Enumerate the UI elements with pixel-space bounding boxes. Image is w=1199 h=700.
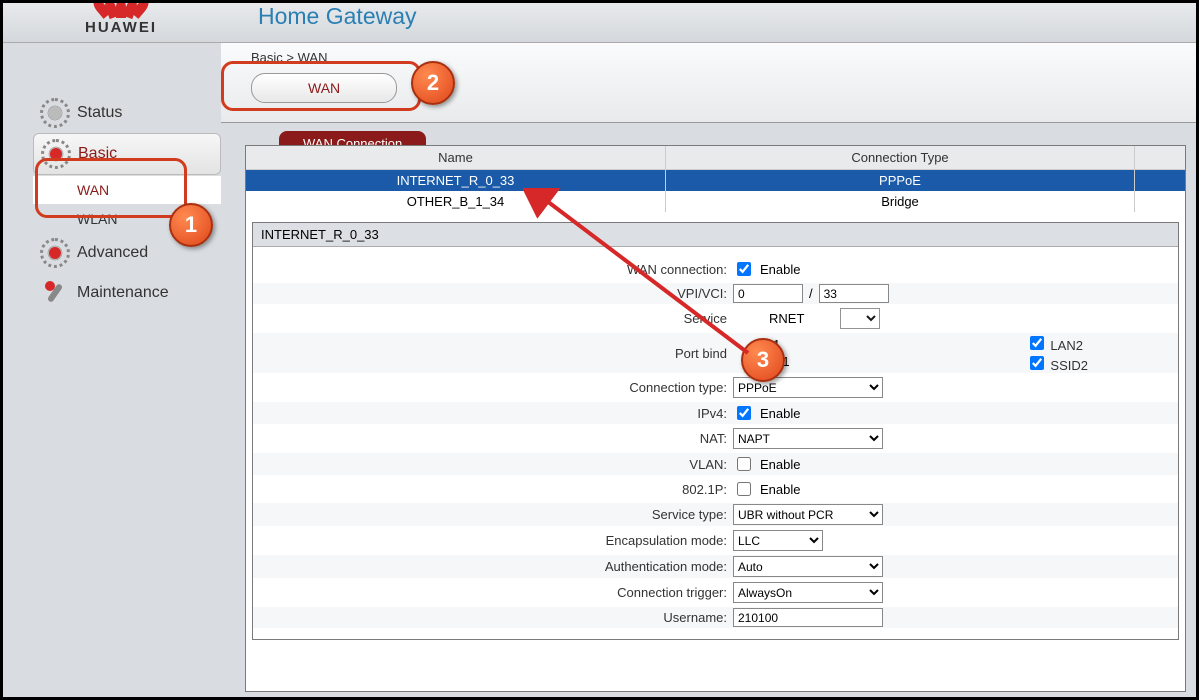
label-service: Service bbox=[253, 311, 733, 326]
sidebar-item-label: Maintenance bbox=[77, 284, 169, 302]
checkbox-lan2[interactable] bbox=[1030, 336, 1044, 350]
text-ssid2: SSID2 bbox=[1050, 358, 1088, 373]
gear-icon bbox=[43, 101, 67, 125]
col-name: Name bbox=[246, 146, 666, 169]
gear-icon bbox=[44, 142, 68, 166]
label-connection-type: Connection type: bbox=[253, 380, 733, 395]
content-panel: Name Connection Type INTERNET_R_0_33 PPP… bbox=[245, 145, 1186, 692]
table-header: Name Connection Type bbox=[246, 146, 1185, 170]
logo-text: HUAWEI bbox=[61, 19, 181, 36]
text-enable: Enable bbox=[760, 457, 800, 472]
text-enable: Enable bbox=[760, 406, 800, 421]
callout-badge-3: 3 bbox=[741, 338, 785, 382]
form-body: WAN connection: Enable VPI/VCI: / S bbox=[253, 247, 1178, 639]
gear-icon bbox=[43, 241, 67, 265]
col-end bbox=[1135, 146, 1185, 169]
checkbox-8021p[interactable] bbox=[737, 482, 751, 496]
table-row[interactable]: OTHER_B_1_34 Bridge bbox=[246, 191, 1185, 212]
cell-type: Bridge bbox=[666, 191, 1135, 212]
checkbox-ssid2[interactable] bbox=[1030, 356, 1044, 370]
callout-badge-1: 1 bbox=[169, 203, 213, 247]
text-slash: / bbox=[809, 286, 813, 301]
text-enable: Enable bbox=[760, 262, 800, 277]
text-lan2: LAN2 bbox=[1050, 338, 1083, 353]
sidebar-sub-wan[interactable]: WAN bbox=[33, 175, 221, 205]
sidebar-item-label: Status bbox=[77, 104, 122, 122]
select-encapsulation[interactable]: LLC bbox=[733, 530, 823, 551]
label-authentication: Authentication mode: bbox=[253, 559, 733, 574]
tab-wan[interactable]: WAN bbox=[251, 73, 397, 103]
label-nat: NAT: bbox=[253, 431, 733, 446]
checkbox-vlan[interactable] bbox=[737, 457, 751, 471]
cell-name: OTHER_B_1_34 bbox=[246, 191, 666, 212]
select-trigger[interactable]: AlwaysOn bbox=[733, 582, 883, 603]
label-ipv4: IPv4: bbox=[253, 406, 733, 421]
huawei-logo: HUAWEI bbox=[61, 0, 181, 36]
cell-name: INTERNET_R_0_33 bbox=[246, 170, 666, 191]
col-type: Connection Type bbox=[666, 146, 1135, 169]
label-8021p: 802.1P: bbox=[253, 482, 733, 497]
sidebar-item-maintenance[interactable]: Maintenance bbox=[33, 273, 221, 313]
sidebar-item-label: Basic bbox=[78, 145, 117, 163]
label-port-bind: Port bind bbox=[253, 346, 733, 361]
checkbox-wan-enable[interactable] bbox=[737, 262, 751, 276]
label-vpi-vci: VPI/VCI: bbox=[253, 286, 733, 301]
select-service[interactable] bbox=[840, 308, 880, 329]
sidebar-item-basic[interactable]: Basic bbox=[33, 133, 221, 175]
label-wan-connection: WAN connection: bbox=[253, 262, 733, 277]
text-enable: Enable bbox=[760, 482, 800, 497]
table-row[interactable]: INTERNET_R_0_33 PPPoE bbox=[246, 170, 1185, 191]
detail-title: INTERNET_R_0_33 bbox=[253, 223, 1178, 247]
wrench-icon bbox=[43, 281, 67, 305]
sub-header: Basic > WAN WAN bbox=[221, 43, 1196, 123]
sidebar-item-label: Advanced bbox=[77, 244, 148, 262]
label-service-type: Service type: bbox=[253, 507, 733, 522]
select-nat[interactable]: NAPT bbox=[733, 428, 883, 449]
text-service-value: RNET bbox=[769, 311, 804, 326]
detail-panel: INTERNET_R_0_33 WAN connection: Enable V… bbox=[252, 222, 1179, 640]
label-encapsulation: Encapsulation mode: bbox=[253, 533, 733, 548]
checkbox-ipv4[interactable] bbox=[737, 406, 751, 420]
label-username: Username: bbox=[253, 610, 733, 625]
breadcrumb: Basic > WAN bbox=[251, 50, 1196, 65]
cell-type: PPPoE bbox=[666, 170, 1135, 191]
header-bar: HUAWEI Home Gateway bbox=[3, 3, 1196, 43]
input-username[interactable] bbox=[733, 608, 883, 627]
select-service-type[interactable]: UBR without PCR bbox=[733, 504, 883, 525]
input-vpi[interactable] bbox=[733, 284, 803, 303]
select-authentication[interactable]: Auto bbox=[733, 556, 883, 577]
callout-badge-2: 2 bbox=[411, 61, 455, 105]
logo-icon bbox=[96, 0, 146, 19]
page-title: Home Gateway bbox=[258, 3, 417, 30]
sidebar-item-status[interactable]: Status bbox=[33, 93, 221, 133]
input-vci[interactable] bbox=[819, 284, 889, 303]
label-vlan: VLAN: bbox=[253, 457, 733, 472]
label-trigger: Connection trigger: bbox=[253, 585, 733, 600]
